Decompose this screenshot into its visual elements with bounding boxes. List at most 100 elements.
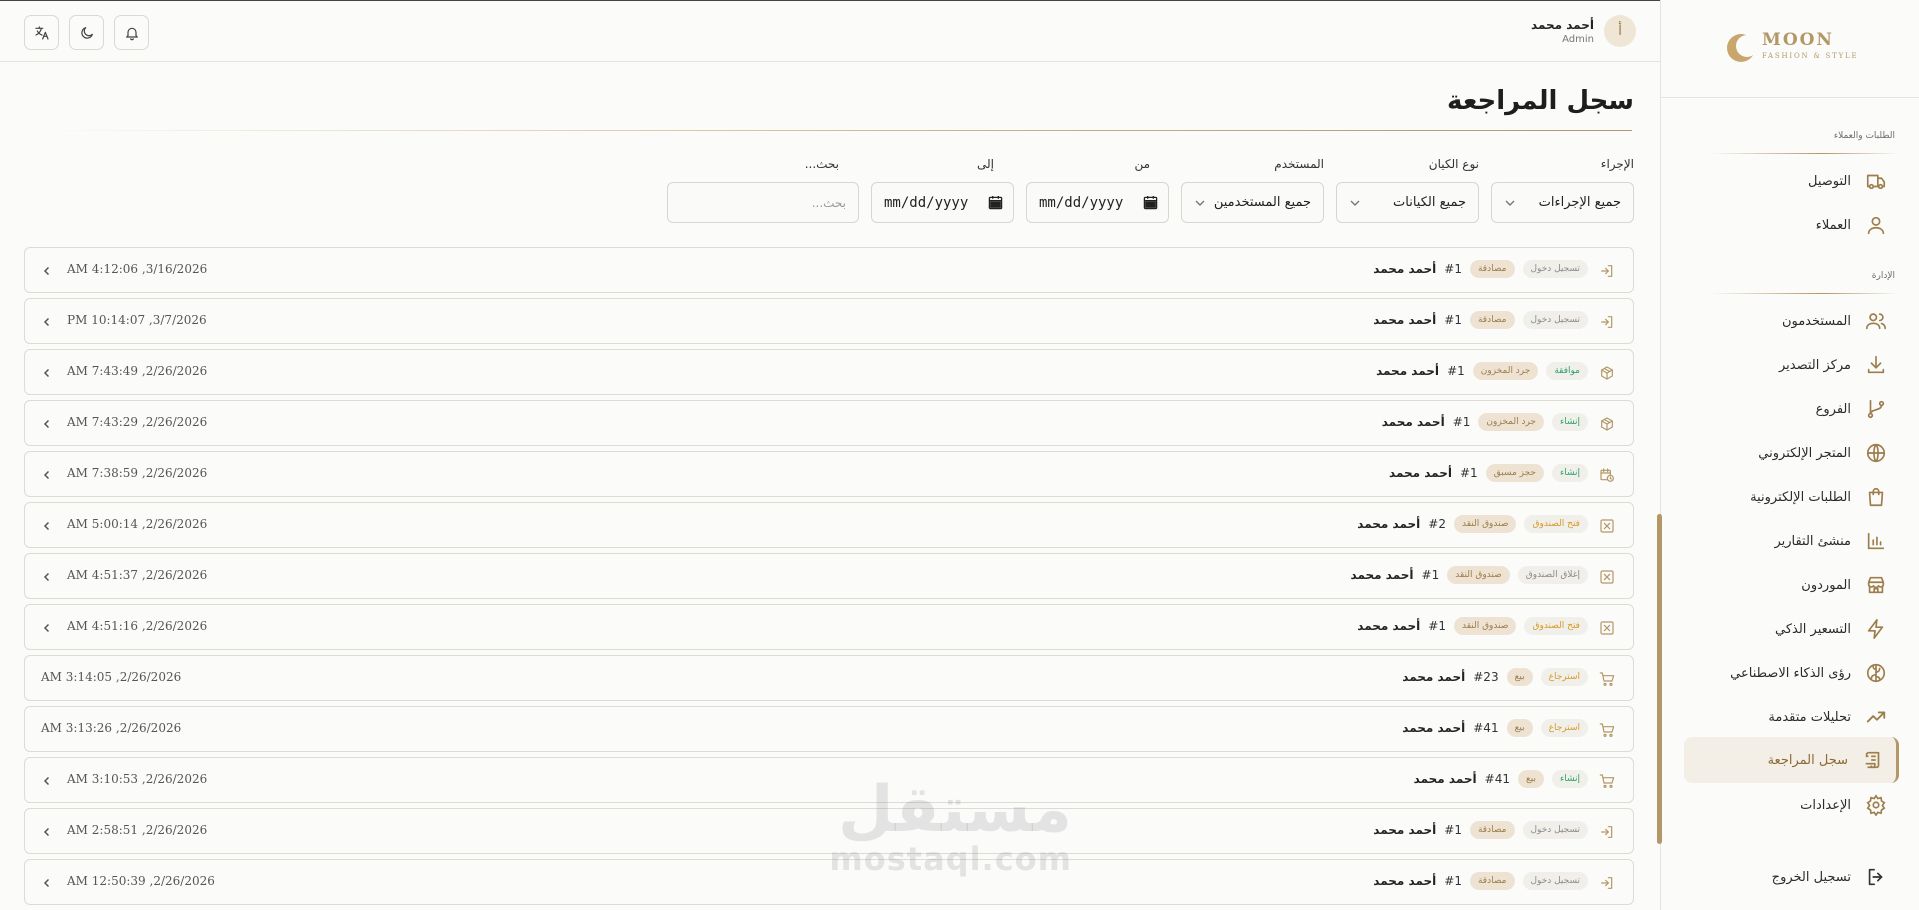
log-row-details: استرجاع بيع #23 أحمد محمد <box>1402 668 1588 686</box>
chevron-left-icon[interactable] <box>41 877 53 889</box>
sidebar-item-label: المستخدمون <box>1781 313 1851 329</box>
log-timestamp: 2/26/2026, 4:51:37 AM <box>67 568 208 582</box>
sidebar-item-smart-pricing[interactable]: التسعير الذكي <box>1684 610 1899 648</box>
sidebar-item-advanced-analytics[interactable]: تحليلات متقدمة <box>1684 698 1899 736</box>
to-date-input[interactable]: mm/dd/yyyy <box>871 182 1014 223</box>
package-icon <box>1601 417 1613 431</box>
sidebar-item-online-orders[interactable]: الطلبات الإلكترونية <box>1684 478 1899 516</box>
log-timestamp: 2/26/2026, 3:13:26 AM <box>41 721 182 735</box>
log-timestamp: 2/26/2026, 4:51:16 AM <box>67 619 208 633</box>
chevron-left-icon[interactable] <box>41 316 53 328</box>
sidebar-item-branches[interactable]: الفروع <box>1684 390 1899 428</box>
entity-badge: بيع <box>1506 719 1533 737</box>
sidebar-item-users[interactable]: المستخدمون <box>1684 302 1899 340</box>
sidebar-item-audit-log[interactable]: سجل المراجعة <box>1684 737 1899 783</box>
from-date-label: من <box>1134 157 1150 171</box>
log-row-details: تسجيل دخول مصادقة #1 أحمد محمد <box>1373 821 1588 839</box>
log-row[interactable]: فتح الصندوق صندوق النقد #1 أحمد محمد 2/26/20… <box>24 604 1634 650</box>
logout-button[interactable]: تسجيل الخروج <box>1684 858 1899 896</box>
log-user-name: أحمد محمد <box>1373 874 1437 888</box>
chevron-left-icon[interactable] <box>41 622 53 634</box>
chevron-down-icon <box>1195 200 1205 206</box>
action-badge: إنشاء <box>1551 413 1588 431</box>
log-user-name: أحمد محمد <box>1350 568 1414 582</box>
cart-icon <box>1599 774 1615 788</box>
chevron-left-icon[interactable] <box>41 469 53 481</box>
search-input[interactable]: بحث... <box>667 182 859 223</box>
log-user-name: أحمد محمد <box>1373 313 1437 327</box>
sidebar-item-settings[interactable]: الإعدادات <box>1684 786 1899 824</box>
log-out-icon <box>1868 868 1883 886</box>
user-filter-select[interactable]: جميع المستخدمين <box>1181 182 1324 223</box>
log-row[interactable]: إغلاق الصندوق صندوق النقد #1 أحمد محمد 2/26/… <box>24 553 1634 599</box>
entity-filter-select[interactable]: جميع الكيانات <box>1336 182 1479 223</box>
chevron-down-icon <box>1505 200 1515 206</box>
user-icon <box>1867 216 1885 235</box>
log-timestamp: 2/26/2026, 5:00:14 AM <box>67 517 208 531</box>
chevron-left-icon[interactable] <box>41 520 53 532</box>
brand-logo[interactable]: MOON FASHION & STYLE <box>1724 24 1874 70</box>
sidebar-item-label: مركز التصدير <box>1778 357 1851 373</box>
notifications-button[interactable] <box>114 15 149 50</box>
log-timestamp: 2/26/2026, 7:38:59 AM <box>67 466 208 480</box>
translate-icon <box>34 25 49 40</box>
cash-box-icon <box>1600 519 1614 533</box>
theme-toggle-button[interactable] <box>69 15 104 50</box>
entity-id: #1 <box>1444 874 1462 888</box>
git-branch-icon <box>1867 399 1885 419</box>
entity-badge: مصادقة <box>1469 821 1515 839</box>
user-menu[interactable]: أ أحمد محمد Admin <box>1531 15 1636 47</box>
brand-title: MOON <box>1762 30 1834 50</box>
chevron-down-icon <box>1350 200 1360 206</box>
chevron-left-icon[interactable] <box>41 367 53 379</box>
action-filter-label: الإجراء <box>1600 157 1634 171</box>
sidebar-item-online-store[interactable]: المتجر الإلكتروني <box>1684 434 1899 472</box>
sidebar-item-label: الإعدادات <box>1800 797 1851 813</box>
log-row[interactable]: تسجيل دخول مصادقة #1 أحمد محمد 2/26/2026, 12… <box>24 859 1634 905</box>
log-row[interactable]: فتح الصندوق صندوق النقد #2 أحمد محمد 2/26/20… <box>24 502 1634 548</box>
entity-badge: بيع <box>1517 770 1544 788</box>
avatar: أ <box>1604 15 1636 47</box>
brand-text: MOON FASHION & STYLE <box>1762 30 1874 60</box>
log-row-details: تسجيل دخول مصادقة #1 أحمد محمد <box>1373 872 1588 890</box>
log-row[interactable]: تسجيل دخول مصادقة #1 أحمد محمد 2/26/2026, 2:… <box>24 808 1634 854</box>
log-row[interactable]: استرجاع بيع #41 أحمد محمد 2/26/2026, 3:13:26… <box>24 706 1634 752</box>
log-row-details: إنشاء جرد المخزون #1 أحمد محمد <box>1382 413 1588 431</box>
chevron-left-icon[interactable] <box>41 826 53 838</box>
log-row[interactable]: تسجيل دخول مصادقة #1 أحمد محمد 3/16/2026, 4:… <box>24 247 1634 293</box>
log-timestamp: 2/26/2026, 7:43:49 AM <box>67 364 208 378</box>
entity-id: #1 <box>1444 313 1462 327</box>
log-row[interactable]: إنشاء بيع #41 أحمد محمد 2/26/2026, 3:10:53 A… <box>24 757 1634 803</box>
sidebar-scrollbar[interactable] <box>1657 514 1662 844</box>
log-row[interactable]: استرجاع بيع #23 أحمد محمد 2/26/2026, 3:14:05… <box>24 655 1634 701</box>
log-user-name: أحمد محمد <box>1413 772 1477 786</box>
log-user-name: أحمد محمد <box>1373 823 1437 837</box>
sidebar-item-delivery[interactable]: التوصيل <box>1684 162 1899 200</box>
entity-filter-value: جميع الكيانات <box>1393 195 1466 210</box>
log-row[interactable]: إنشاء جرد المخزون #1 أحمد محمد 2/26/2026, 7:… <box>24 400 1634 446</box>
log-row-details: تسجيل دخول مصادقة #1 أحمد محمد <box>1373 311 1588 329</box>
action-filter-select[interactable]: جميع الإجراءات <box>1491 182 1634 223</box>
chevron-left-icon[interactable] <box>41 571 53 583</box>
log-row[interactable]: إنشاء حجز مسبق #1 أحمد محمد 2/26/2026, 7:38:… <box>24 451 1634 497</box>
log-row[interactable]: تسجيل دخول مصادقة #1 أحمد محمد 3/7/2026, 10:… <box>24 298 1634 344</box>
chevron-left-icon[interactable] <box>41 775 53 787</box>
logout-label: تسجيل الخروج <box>1771 869 1851 885</box>
moon-icon <box>80 26 93 39</box>
sidebar: MOON FASHION & STYLE الطلبات والعملاء ال… <box>1657 0 1919 910</box>
sidebar-item-customers[interactable]: العملاء <box>1684 206 1899 244</box>
entity-badge: صندوق النقد <box>1453 515 1517 533</box>
sidebar-item-ai-insights[interactable]: رؤى الذكاء الاصطناعي <box>1684 654 1899 692</box>
language-button[interactable] <box>24 15 59 50</box>
from-date-input[interactable]: mm/dd/yyyy <box>1026 182 1169 223</box>
sidebar-item-export-center[interactable]: مركز التصدير <box>1684 346 1899 384</box>
trending-up-icon <box>1866 711 1886 723</box>
sidebar-item-label: منشئ التقارير <box>1774 533 1851 549</box>
sidebar-item-suppliers[interactable]: الموردون <box>1684 566 1899 604</box>
chevron-left-icon[interactable] <box>41 265 53 277</box>
chevron-left-icon[interactable] <box>41 418 53 430</box>
log-row[interactable]: موافقة جرد المخزون #1 أحمد محمد 2/26/2026, 7… <box>24 349 1634 395</box>
zap-icon <box>1867 619 1884 639</box>
sidebar-item-report-builder[interactable]: منشئ التقارير <box>1684 522 1899 560</box>
log-user-name: أحمد محمد <box>1357 517 1421 531</box>
